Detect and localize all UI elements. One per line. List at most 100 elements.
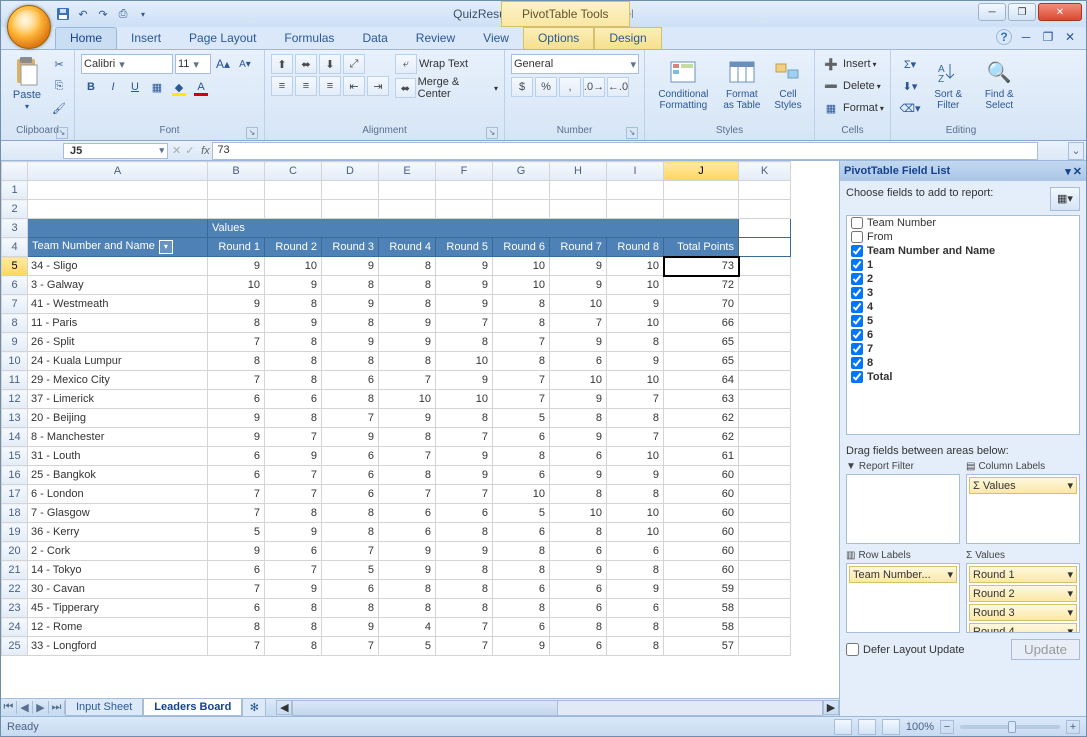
table-cell[interactable]: 8: [607, 485, 664, 504]
row-header[interactable]: 23: [2, 599, 28, 618]
table-cell[interactable]: 8: [265, 504, 322, 523]
tab-insert[interactable]: Insert: [117, 28, 175, 49]
sheet-nav-last-icon[interactable]: ⏭: [49, 701, 65, 714]
area-chip[interactable]: Round 1▾: [969, 566, 1077, 583]
table-cell[interactable]: 8: [379, 599, 436, 618]
cell-styles-button[interactable]: Cell Styles: [768, 54, 808, 113]
row-header[interactable]: 17: [2, 485, 28, 504]
row-header[interactable]: 5: [2, 257, 28, 276]
field-item[interactable]: 2: [847, 272, 1079, 286]
tab-data[interactable]: Data: [348, 28, 401, 49]
row-header[interactable]: 11: [2, 371, 28, 390]
tab-design[interactable]: Design: [594, 27, 661, 49]
font-dialog-icon[interactable]: ↘: [246, 127, 258, 139]
table-cell[interactable]: 7: [208, 637, 265, 656]
table-cell[interactable]: 9: [550, 257, 607, 276]
table-cell[interactable]: 33 - Longford: [28, 637, 208, 656]
autosum-icon[interactable]: Σ▾: [897, 54, 923, 74]
table-cell[interactable]: 57: [664, 637, 739, 656]
page-layout-view-button[interactable]: [858, 719, 876, 735]
table-cell[interactable]: 8: [322, 314, 379, 333]
table-cell[interactable]: 58: [664, 599, 739, 618]
table-cell[interactable]: 8: [493, 352, 550, 371]
table-cell[interactable]: 8: [208, 314, 265, 333]
underline-button[interactable]: U: [125, 77, 145, 97]
table-cell[interactable]: 60: [664, 523, 739, 542]
table-cell[interactable]: 9: [436, 466, 493, 485]
table-cell[interactable]: 9: [322, 428, 379, 447]
fill-color-icon[interactable]: ◆: [169, 77, 189, 97]
table-cell[interactable]: 7: [550, 314, 607, 333]
pane-close-icon[interactable]: ✕: [1073, 165, 1082, 178]
table-cell[interactable]: 8: [436, 561, 493, 580]
table-cell[interactable]: 6: [208, 390, 265, 409]
field-item[interactable]: 1: [847, 258, 1079, 272]
column-labels-area[interactable]: Σ Values▾: [966, 474, 1080, 544]
table-cell[interactable]: 6: [550, 447, 607, 466]
table-cell[interactable]: 45 - Tipperary: [28, 599, 208, 618]
field-checkbox[interactable]: [851, 371, 863, 383]
orientation-icon[interactable]: ⤢: [343, 54, 365, 74]
font-color-icon[interactable]: A: [191, 77, 211, 97]
table-cell[interactable]: 8: [493, 314, 550, 333]
table-cell[interactable]: 8: [265, 371, 322, 390]
spreadsheet-grid[interactable]: ABCDEFGHIJK123Values4Team Number and Nam…: [1, 161, 839, 698]
table-cell[interactable]: 14 - Tokyo: [28, 561, 208, 580]
align-middle-icon[interactable]: ⬌: [295, 54, 317, 74]
table-cell[interactable]: 6: [550, 580, 607, 599]
zoom-slider[interactable]: [960, 725, 1060, 729]
fx-icon[interactable]: fx: [198, 145, 212, 157]
paste-button[interactable]: Paste▾: [7, 54, 47, 113]
table-cell[interactable]: 7: [265, 561, 322, 580]
table-cell[interactable]: 7: [322, 542, 379, 561]
tab-review[interactable]: Review: [402, 28, 469, 49]
field-checkbox[interactable]: [851, 287, 863, 299]
table-cell[interactable]: 11 - Paris: [28, 314, 208, 333]
table-cell[interactable]: 10: [607, 447, 664, 466]
table-cell[interactable]: 20 - Beijing: [28, 409, 208, 428]
table-cell[interactable]: 6: [322, 447, 379, 466]
format-cells-button[interactable]: ▦Format▾: [821, 98, 884, 118]
table-cell[interactable]: 9: [493, 637, 550, 656]
area-chip[interactable]: Team Number...▾: [849, 566, 957, 583]
table-cell[interactable]: 9: [265, 276, 322, 295]
table-cell[interactable]: 8: [208, 352, 265, 371]
office-button[interactable]: [7, 5, 51, 49]
table-cell[interactable]: 9: [208, 428, 265, 447]
table-cell[interactable]: 10: [607, 523, 664, 542]
table-cell[interactable]: 8: [379, 352, 436, 371]
cut-icon[interactable]: ✂: [49, 54, 69, 74]
table-cell[interactable]: 5: [379, 637, 436, 656]
field-checkbox[interactable]: [851, 231, 863, 243]
table-cell[interactable]: 9: [550, 428, 607, 447]
row-header[interactable]: 2: [2, 200, 28, 219]
table-cell[interactable]: 9: [607, 466, 664, 485]
field-list[interactable]: Team NumberFromTeam Number and Name12345…: [846, 215, 1080, 435]
table-cell[interactable]: 8: [322, 599, 379, 618]
table-cell[interactable]: 8: [493, 447, 550, 466]
field-item[interactable]: 3: [847, 286, 1079, 300]
field-item[interactable]: 5: [847, 314, 1079, 328]
row-header[interactable]: 22: [2, 580, 28, 599]
increase-decimal-icon[interactable]: .0→: [583, 77, 605, 97]
table-cell[interactable]: 8: [493, 599, 550, 618]
table-cell[interactable]: 29 - Mexico City: [28, 371, 208, 390]
table-cell[interactable]: 62: [664, 409, 739, 428]
row-header[interactable]: 16: [2, 466, 28, 485]
normal-view-button[interactable]: [834, 719, 852, 735]
table-cell[interactable]: 9: [607, 352, 664, 371]
table-cell[interactable]: 10: [436, 390, 493, 409]
comma-icon[interactable]: ,: [559, 77, 581, 97]
table-cell[interactable]: 8: [550, 618, 607, 637]
table-cell[interactable]: 10: [379, 390, 436, 409]
close-workbook-icon[interactable]: ✕: [1062, 30, 1078, 44]
table-cell[interactable]: 6: [208, 599, 265, 618]
restore-workbook-icon[interactable]: ❐: [1040, 30, 1056, 44]
row-header[interactable]: 24: [2, 618, 28, 637]
field-item[interactable]: 4: [847, 300, 1079, 314]
table-cell[interactable]: 9: [208, 257, 265, 276]
column-header[interactable]: J: [664, 162, 739, 181]
table-cell[interactable]: 10: [208, 276, 265, 295]
zoom-level[interactable]: 100%: [906, 721, 934, 733]
tab-formulas[interactable]: Formulas: [270, 28, 348, 49]
